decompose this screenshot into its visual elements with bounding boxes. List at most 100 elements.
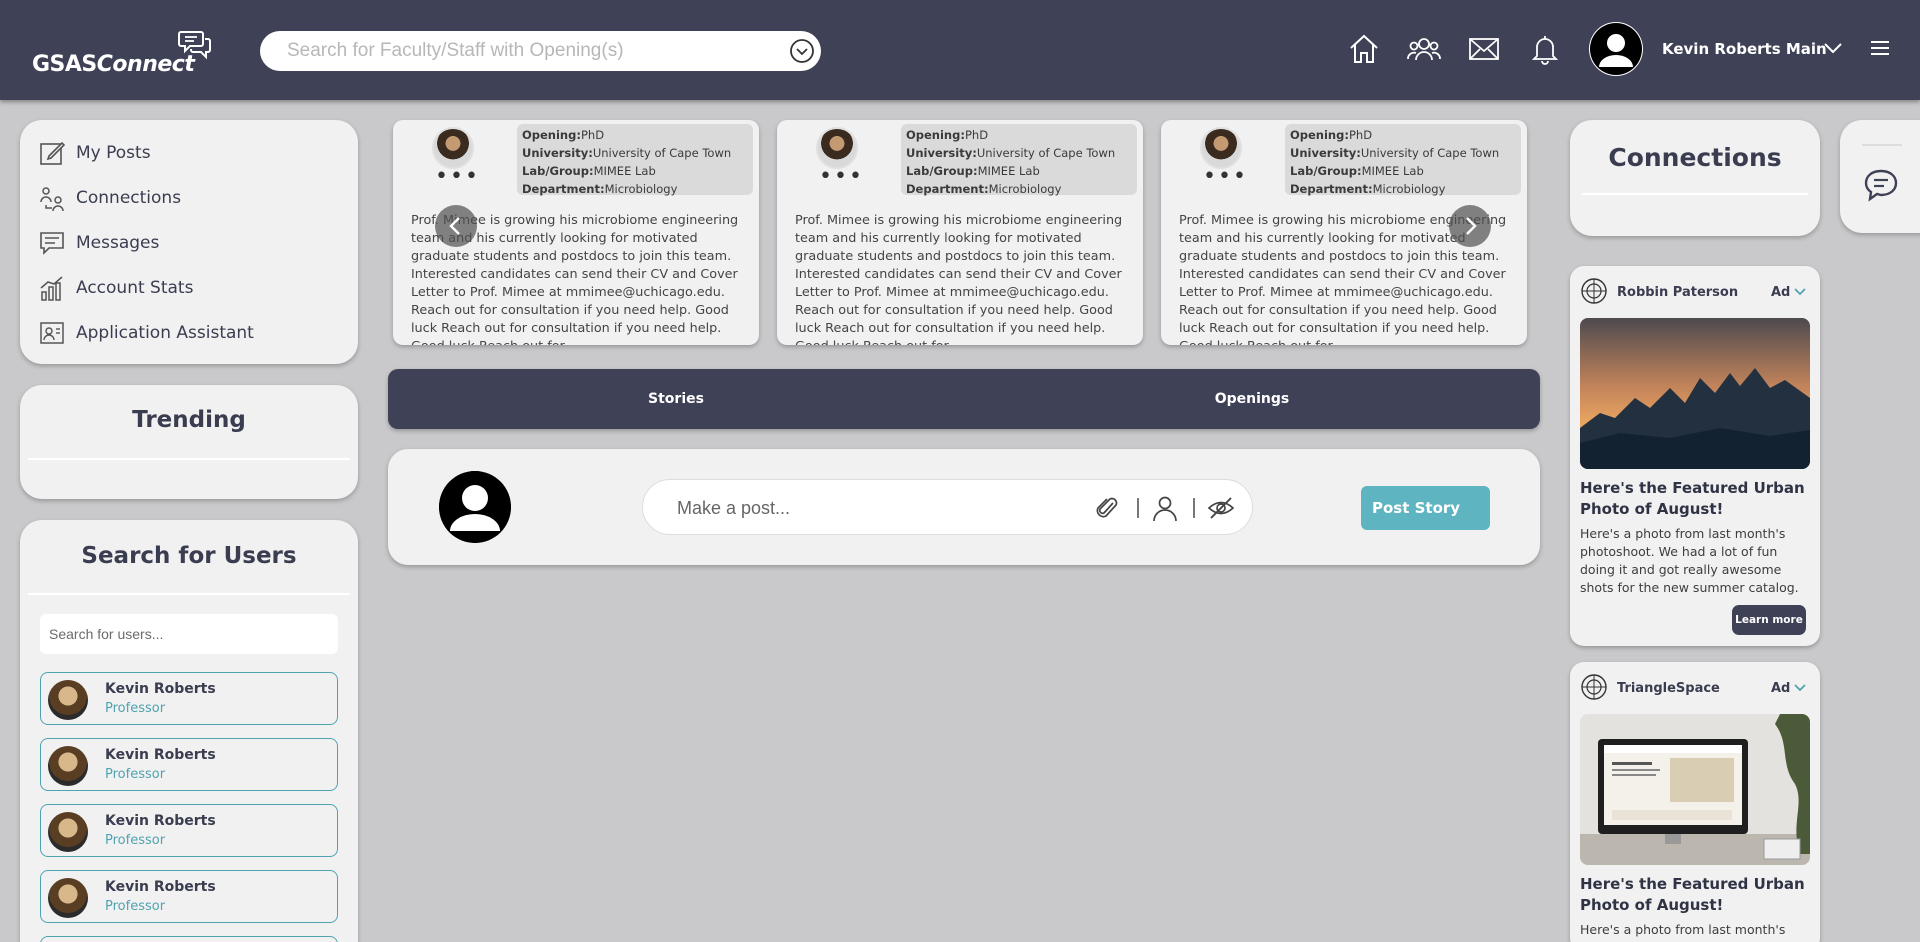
ad-card: Robbin Paterson Ad Here's the Featured U… [1570, 266, 1820, 646]
avatar [816, 127, 858, 169]
tab-openings[interactable]: Openings [964, 369, 1540, 429]
user-name: Kevin Roberts [105, 879, 216, 895]
carousel-next-button[interactable] [1449, 205, 1491, 247]
user-list-item[interactable]: Kevin Roberts Professor [40, 804, 338, 857]
logo-text: GSASConnect [32, 52, 195, 77]
user-role: Professor [105, 701, 166, 716]
connections-title: Connections [1608, 143, 1782, 172]
ad-label: Ad [1771, 681, 1791, 696]
gsas-connect-logo[interactable]: GSASConnect [32, 28, 212, 78]
divider [1193, 498, 1195, 518]
opening-type: PhD [1348, 128, 1373, 142]
more-options-icon[interactable]: ••• [819, 166, 864, 188]
chat-icon [1864, 169, 1898, 202]
post-story-button[interactable]: Post Story [1361, 486, 1490, 530]
user-search-card: Search for Users Kevin Roberts Professor… [20, 520, 358, 942]
bell-icon[interactable] [1528, 32, 1562, 66]
divider [1137, 498, 1139, 518]
sidebar-item-account-stats[interactable]: Account Stats [38, 271, 193, 305]
eye-slash-icon[interactable] [1207, 494, 1235, 522]
avatar [1200, 127, 1242, 169]
home-icon[interactable] [1347, 32, 1381, 66]
avatar [48, 812, 88, 852]
ad-card: TriangleSpace Ad Here's the Featured Urb… [1570, 662, 1820, 942]
avatar [48, 878, 88, 918]
sidebar-item-label: Application Assistant [76, 323, 254, 343]
sidebar-item-application-assistant[interactable]: Application Assistant [38, 316, 254, 350]
opening-type: PhD [964, 128, 989, 142]
user-list-item[interactable]: Kevin Roberts Professor [40, 870, 338, 923]
person-tag-icon[interactable] [1151, 494, 1179, 522]
tab-stories[interactable]: Stories [388, 369, 964, 429]
people-icon[interactable] [1407, 32, 1441, 66]
sidebar-item-label: Connections [76, 188, 182, 208]
more-options-icon[interactable]: ••• [1203, 166, 1248, 188]
sidebar-item-label: Account Stats [76, 278, 194, 298]
user-list-item[interactable] [40, 936, 338, 942]
ad-brand-name[interactable]: Robbin Paterson [1617, 285, 1738, 300]
opening-card[interactable]: ••• Opening:PhD University:University of… [777, 120, 1143, 345]
opening-university: University of Cape Town [1360, 146, 1500, 160]
user-name[interactable]: Kevin Roberts Main [1662, 40, 1827, 58]
opening-info: Opening:PhD University:University of Cap… [901, 124, 1137, 196]
opening-lab: MIMEE Lab [977, 164, 1040, 178]
more-options-icon[interactable]: ••• [435, 166, 480, 188]
assistant-icon [40, 322, 64, 344]
hamburger-menu-icon[interactable] [1868, 36, 1892, 60]
sidebar-item-messages[interactable]: Messages [38, 226, 159, 260]
carousel-prev-button[interactable] [435, 205, 477, 247]
chevron-down-icon[interactable] [1821, 36, 1845, 60]
ad-image[interactable] [1580, 714, 1810, 865]
sidebar-item-label: My Posts [76, 143, 151, 163]
paperclip-icon[interactable] [1093, 494, 1121, 522]
message-icon [40, 232, 64, 255]
opening-university: University of Cape Town [592, 146, 732, 160]
opening-department: Microbiology [1372, 182, 1446, 196]
chevron-down-icon[interactable] [1793, 681, 1807, 695]
person-icon [439, 471, 511, 543]
post-composer: Post Story [388, 449, 1540, 565]
ad-title[interactable]: Here's the Featured Urban Photo of Augus… [1580, 874, 1812, 916]
learn-more-button[interactable]: Learn more [1732, 605, 1806, 635]
avatar[interactable] [439, 471, 511, 543]
mail-icon[interactable] [1467, 32, 1501, 66]
opening-info: Opening:PhD University:University of Cap… [517, 124, 753, 196]
ad-title[interactable]: Here's the Featured Urban Photo of Augus… [1580, 478, 1812, 520]
sidebar-item-my-posts[interactable]: My Posts [38, 136, 151, 170]
opening-university: University of Cape Town [976, 146, 1116, 160]
opening-department: Microbiology [604, 182, 678, 196]
opening-lab: MIMEE Lab [1361, 164, 1424, 178]
faculty-search-input[interactable] [287, 39, 757, 63]
user-role: Professor [105, 833, 166, 848]
ad-description: Here's a photo from last month's [1580, 922, 1786, 937]
ad-brand-name[interactable]: TriangleSpace [1617, 681, 1720, 696]
trending-card: Trending [20, 385, 358, 499]
user-search-input[interactable] [40, 614, 338, 654]
user-name: Kevin Roberts [105, 747, 216, 763]
user-role: Professor [105, 767, 166, 782]
user-search-title: Search for Users [81, 543, 297, 569]
post-input-field [642, 479, 1253, 535]
faculty-search-bar [260, 31, 821, 71]
chevron-left-icon [449, 217, 460, 235]
ad-image[interactable] [1580, 318, 1810, 469]
chevron-down-circle-icon[interactable] [789, 38, 815, 64]
stats-icon [40, 276, 63, 301]
sidebar-item-label: Messages [76, 233, 160, 253]
user-avatar[interactable] [1589, 22, 1643, 76]
user-name: Kevin Roberts [105, 681, 216, 697]
divider [28, 458, 350, 460]
user-list-item[interactable]: Kevin Roberts Professor [40, 738, 338, 791]
chat-drawer-tab[interactable] [1840, 120, 1920, 233]
user-role: Professor [105, 899, 166, 914]
ad-label: Ad [1771, 285, 1791, 300]
user-list-item[interactable]: Kevin Roberts Professor [40, 672, 338, 725]
top-navbar: GSASConnect Search for Faculty/Staff wit… [0, 0, 1920, 100]
avatar [48, 746, 88, 786]
avatar [48, 680, 88, 720]
post-input[interactable] [677, 496, 1077, 520]
chevron-down-icon[interactable] [1793, 285, 1807, 299]
divider [1582, 193, 1808, 195]
brand-logo-icon [1581, 278, 1607, 304]
sidebar-item-connections[interactable]: Connections [38, 181, 181, 215]
